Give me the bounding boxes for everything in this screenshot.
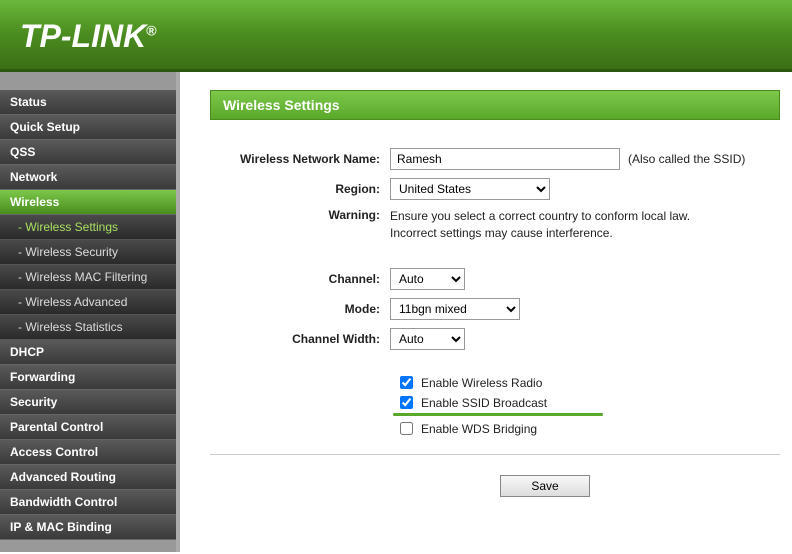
enable-ssid-broadcast-label: Enable SSID Broadcast — [421, 396, 547, 410]
channel-width-label: Channel Width: — [210, 332, 390, 346]
enable-wireless-radio-label: Enable Wireless Radio — [421, 376, 542, 390]
page-title: Wireless Settings — [210, 90, 780, 120]
channel-select[interactable]: Auto — [390, 268, 465, 290]
nav-status[interactable]: Status — [0, 90, 176, 115]
subnav-wireless-mac-filtering[interactable]: - Wireless MAC Filtering — [0, 265, 176, 290]
enable-wds-bridging-checkbox[interactable] — [400, 422, 413, 435]
save-button[interactable]: Save — [500, 475, 589, 497]
nav-ip-mac-binding[interactable]: IP & MAC Binding — [0, 515, 176, 540]
sidebar: Status Quick Setup QSS Network Wireless … — [0, 72, 180, 552]
nav-parental-control[interactable]: Parental Control — [0, 415, 176, 440]
mode-select[interactable]: 11bgn mixed — [390, 298, 520, 320]
subnav-wireless-statistics[interactable]: - Wireless Statistics — [0, 315, 176, 340]
highlight-underline — [393, 413, 603, 416]
region-label: Region: — [210, 182, 390, 196]
nav-bandwidth-control[interactable]: Bandwidth Control — [0, 490, 176, 515]
mode-label: Mode: — [210, 302, 390, 316]
network-name-label: Wireless Network Name: — [210, 152, 390, 166]
subnav-wireless-settings[interactable]: - Wireless Settings — [0, 215, 176, 240]
nav-security[interactable]: Security — [0, 390, 176, 415]
nav-qss[interactable]: QSS — [0, 140, 176, 165]
region-select[interactable]: United States — [390, 178, 550, 200]
channel-label: Channel: — [210, 272, 390, 286]
channel-width-select[interactable]: Auto — [390, 328, 465, 350]
nav-forwarding[interactable]: Forwarding — [0, 365, 176, 390]
subnav-wireless-advanced[interactable]: - Wireless Advanced — [0, 290, 176, 315]
nav-network[interactable]: Network — [0, 165, 176, 190]
warning-label: Warning: — [210, 208, 390, 222]
warning-text-1: Ensure you select a correct country to c… — [390, 208, 780, 225]
brand-logo: TP-LINK® — [20, 18, 772, 55]
warning-text-2: Incorrect settings may cause interferenc… — [390, 225, 780, 242]
nav-advanced-routing[interactable]: Advanced Routing — [0, 465, 176, 490]
ssid-hint: (Also called the SSID) — [628, 152, 745, 166]
nav-access-control[interactable]: Access Control — [0, 440, 176, 465]
enable-wds-bridging-label: Enable WDS Bridging — [421, 422, 537, 436]
network-name-input[interactable] — [390, 148, 620, 170]
nav-dhcp[interactable]: DHCP — [0, 340, 176, 365]
enable-wireless-radio-checkbox[interactable] — [400, 376, 413, 389]
subnav-wireless-security[interactable]: - Wireless Security — [0, 240, 176, 265]
main-content: Wireless Settings Wireless Network Name:… — [180, 72, 792, 552]
header: TP-LINK® — [0, 0, 792, 72]
nav-wireless[interactable]: Wireless — [0, 190, 176, 215]
enable-ssid-broadcast-checkbox[interactable] — [400, 396, 413, 409]
nav-quick-setup[interactable]: Quick Setup — [0, 115, 176, 140]
